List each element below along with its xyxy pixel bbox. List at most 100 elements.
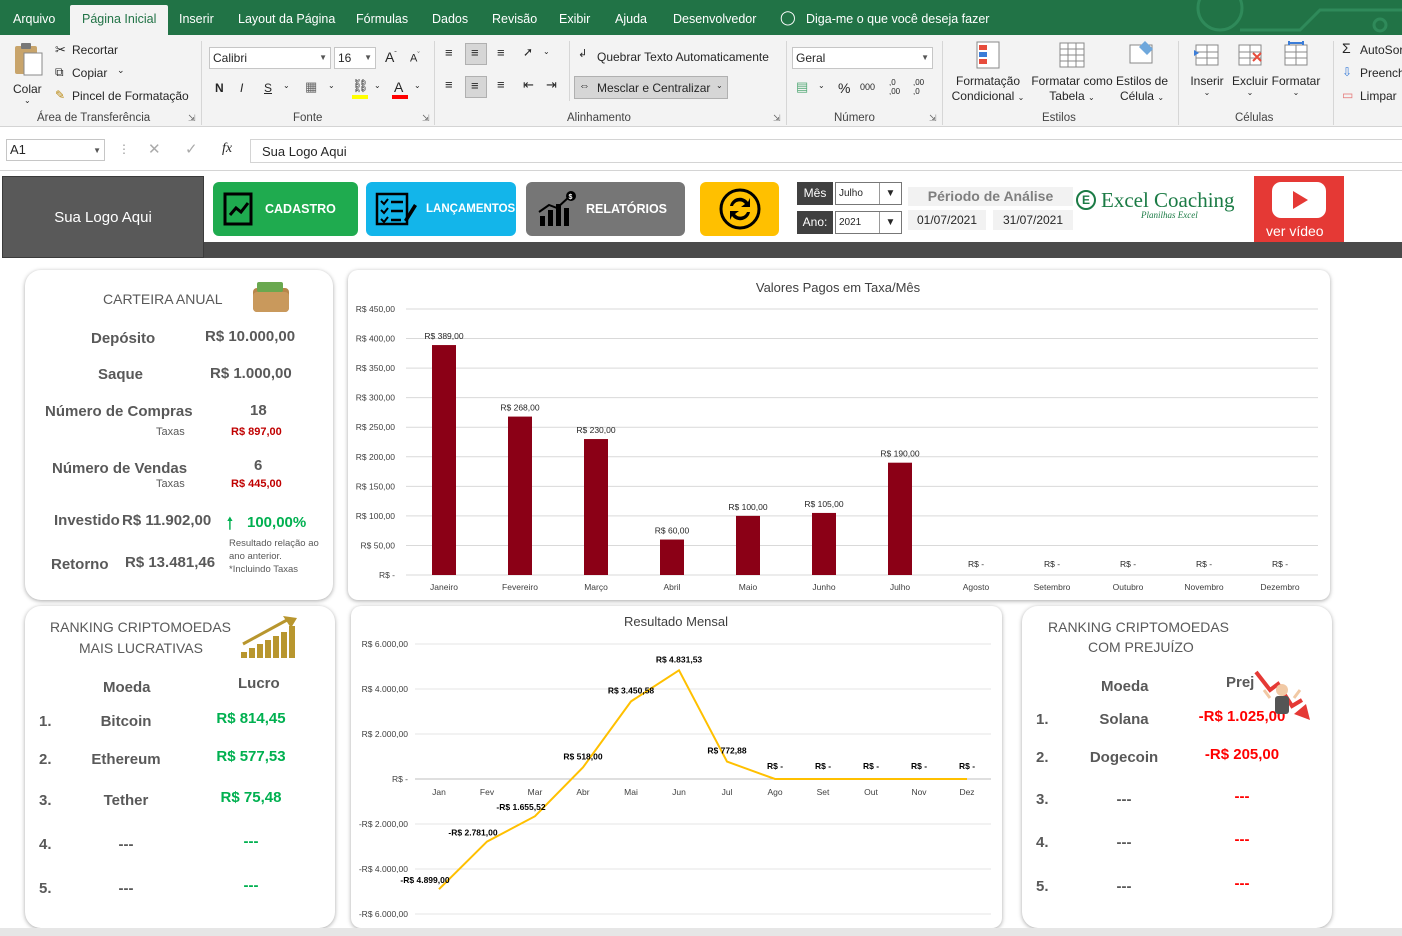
font-color-button[interactable]: A [394,79,403,95]
saque-label: Saque [98,366,144,383]
tell-me-search[interactable]: Diga-me o que você deseja fazer [806,0,989,35]
insert-function-button[interactable]: fx [222,141,232,157]
ranking-prejuizo-card: RANKING CRIPTOMOEDAS COM PREJUÍZO Moeda … [1022,606,1332,928]
group-label-number: Número [834,112,875,124]
tab-desenvolvedor[interactable]: Desenvolvedor [673,0,756,35]
chevron-down-icon[interactable]: ⌄ [117,65,125,76]
tab-arquivo[interactable]: Arquivo [13,0,55,35]
enter-icon[interactable]: ✓ [185,140,198,158]
refresh-button[interactable] [700,182,779,236]
cancel-icon[interactable]: ✕ [148,140,161,158]
youtube-play-icon [1272,182,1326,218]
tab-inserir[interactable]: Inserir [179,0,214,35]
relatorios-button[interactable]: $ RELATÓRIOS [526,182,685,236]
cadastro-button[interactable]: CADASTRO [213,182,358,236]
decrease-decimal-button[interactable]: ,00 ,0 [913,78,924,96]
bar [888,462,912,575]
decrease-indent-icon[interactable]: ⇤ [523,77,534,93]
lancamentos-button[interactable]: LANÇAMENTOS [366,182,516,236]
borders-icon[interactable]: ▦ [305,79,317,95]
rank-value: R$ 577,53 [216,748,286,765]
conditional-formatting-button[interactable]: Formatação Condicional ⌄ [948,39,1028,109]
number-format-select[interactable]: Geral ▼ [792,47,933,69]
align-bottom-icon[interactable]: ≡ [497,45,505,60]
video-button[interactable]: ver vídeo [1254,176,1344,242]
italic-button[interactable]: I [240,81,243,95]
rank-moeda: --- [118,880,134,897]
format-cells-icon [1284,41,1308,66]
x-tick-label: Abr [576,787,589,797]
align-top-icon[interactable]: ≡ [445,45,453,60]
shrink-font-button[interactable]: Aˇ [410,52,420,65]
wrap-text-button[interactable]: Quebrar Texto Automaticamente [597,50,769,64]
cell-styles-button[interactable]: Estilos de Célula ⌄ [1114,39,1170,109]
chevron-down-icon[interactable]: ⌄ [328,81,335,90]
underline-button[interactable]: S [264,81,272,95]
thousands-button[interactable]: 000 [860,82,875,92]
merge-center-button[interactable]: ⇔ Mesclar e Centralizar ⌄ [574,76,728,99]
tab-ajuda[interactable]: Ajuda [615,0,647,35]
tab-formulas[interactable]: Fórmulas [356,0,408,35]
copy-button[interactable]: Copiar [72,66,107,80]
copy-icon: ⧉ [55,65,64,79]
chevron-down-icon: ⌄ [716,81,723,90]
rising-coins-icon [241,616,297,658]
format-as-table-button[interactable]: Formatar como Tabela ⌄ [1030,39,1114,109]
chevron-down-icon[interactable]: ⌄ [374,81,381,90]
y-tick-label: R$ 2.000,00 [362,729,409,739]
font-name-select[interactable]: Calibri ▼ [209,47,331,69]
tab-dados[interactable]: Dados [432,0,468,35]
autosum-button[interactable]: AutoSor [1360,43,1402,57]
tab-revisao[interactable]: Revisão [492,0,537,35]
dialog-launcher-icon[interactable]: ⇲ [929,113,937,124]
chevron-down-icon[interactable]: ⌄ [283,81,290,90]
format-cells-button[interactable]: Formatar ⌄ [1270,39,1322,109]
dialog-launcher-icon[interactable]: ⇲ [422,113,430,124]
excel-coaching-icon: E [1076,190,1096,210]
cut-button[interactable]: Recortar [72,43,118,57]
currency-icon[interactable]: ▤ [796,79,808,95]
align-middle-button[interactable]: ≡ [465,43,487,65]
mes-select[interactable]: Julho ▼ [835,182,902,205]
dialog-launcher-icon[interactable]: ⇲ [188,113,196,124]
name-box[interactable]: A1 ▼ [6,139,105,161]
align-right-icon[interactable]: ≡ [497,77,505,92]
align-center-button[interactable]: ≡ [465,76,487,98]
merge-icon: ⇔ [579,80,590,92]
chevron-down-icon[interactable]: ⌄ [818,81,825,90]
percent-button[interactable]: % [838,80,850,96]
fill-button[interactable]: Preench [1360,66,1402,80]
conditional-formatting-label-1: Formatação [955,74,1021,88]
prejuizo-col-moeda: Moeda [1101,678,1149,695]
x-tick-label: Maio [739,582,758,592]
y-tick-label: -R$ 2.000,00 [359,819,408,829]
logo-placeholder[interactable]: Sua Logo Aqui [2,176,204,258]
dialog-launcher-icon[interactable]: ⇲ [773,113,781,124]
tab-exibir[interactable]: Exibir [559,0,590,35]
ano-label: Ano: [797,211,833,234]
data-label: R$ - [959,761,975,771]
increase-indent-icon[interactable]: ⇥ [546,77,557,93]
insert-cells-button[interactable]: Inserir ⌄ [1186,39,1228,109]
resultado-line-chart: Resultado Mensal -R$ 6.000,00 -R$ 4.000,00… [359,614,991,919]
align-left-icon[interactable]: ≡ [445,77,453,92]
rank-value: R$ 814,45 [216,710,286,727]
format-painter-button[interactable]: Pincel de Formatação [72,89,189,103]
bold-button[interactable]: N [215,81,224,95]
chevron-down-icon[interactable]: ⌄ [414,81,421,90]
data-label: R$ 772,88 [707,746,746,756]
paste-button[interactable]: Colar ⌄ [10,41,48,111]
chevron-down-icon[interactable]: ⌄ [543,47,550,56]
formula-input[interactable]: Sua Logo Aqui [250,139,1402,163]
font-size-select[interactable]: 16 ▼ [334,47,376,69]
tab-layout-da-pagina[interactable]: Layout da Página [238,0,335,35]
clear-button[interactable]: Limpar [1360,89,1397,103]
orientation-icon[interactable]: ➚ [523,45,533,59]
grow-font-button[interactable]: Aˆ [385,49,397,65]
fill-color-icon[interactable]: ⛓ [352,78,369,94]
increase-decimal-button[interactable]: ,0 ,00 [889,78,900,96]
tab-pagina-inicial[interactable]: Página Inicial [70,5,169,35]
ano-select[interactable]: 2021 ▼ [835,211,902,234]
delete-cells-button[interactable]: Excluir ⌄ [1230,39,1270,109]
font-name-value: Calibri [213,51,248,65]
